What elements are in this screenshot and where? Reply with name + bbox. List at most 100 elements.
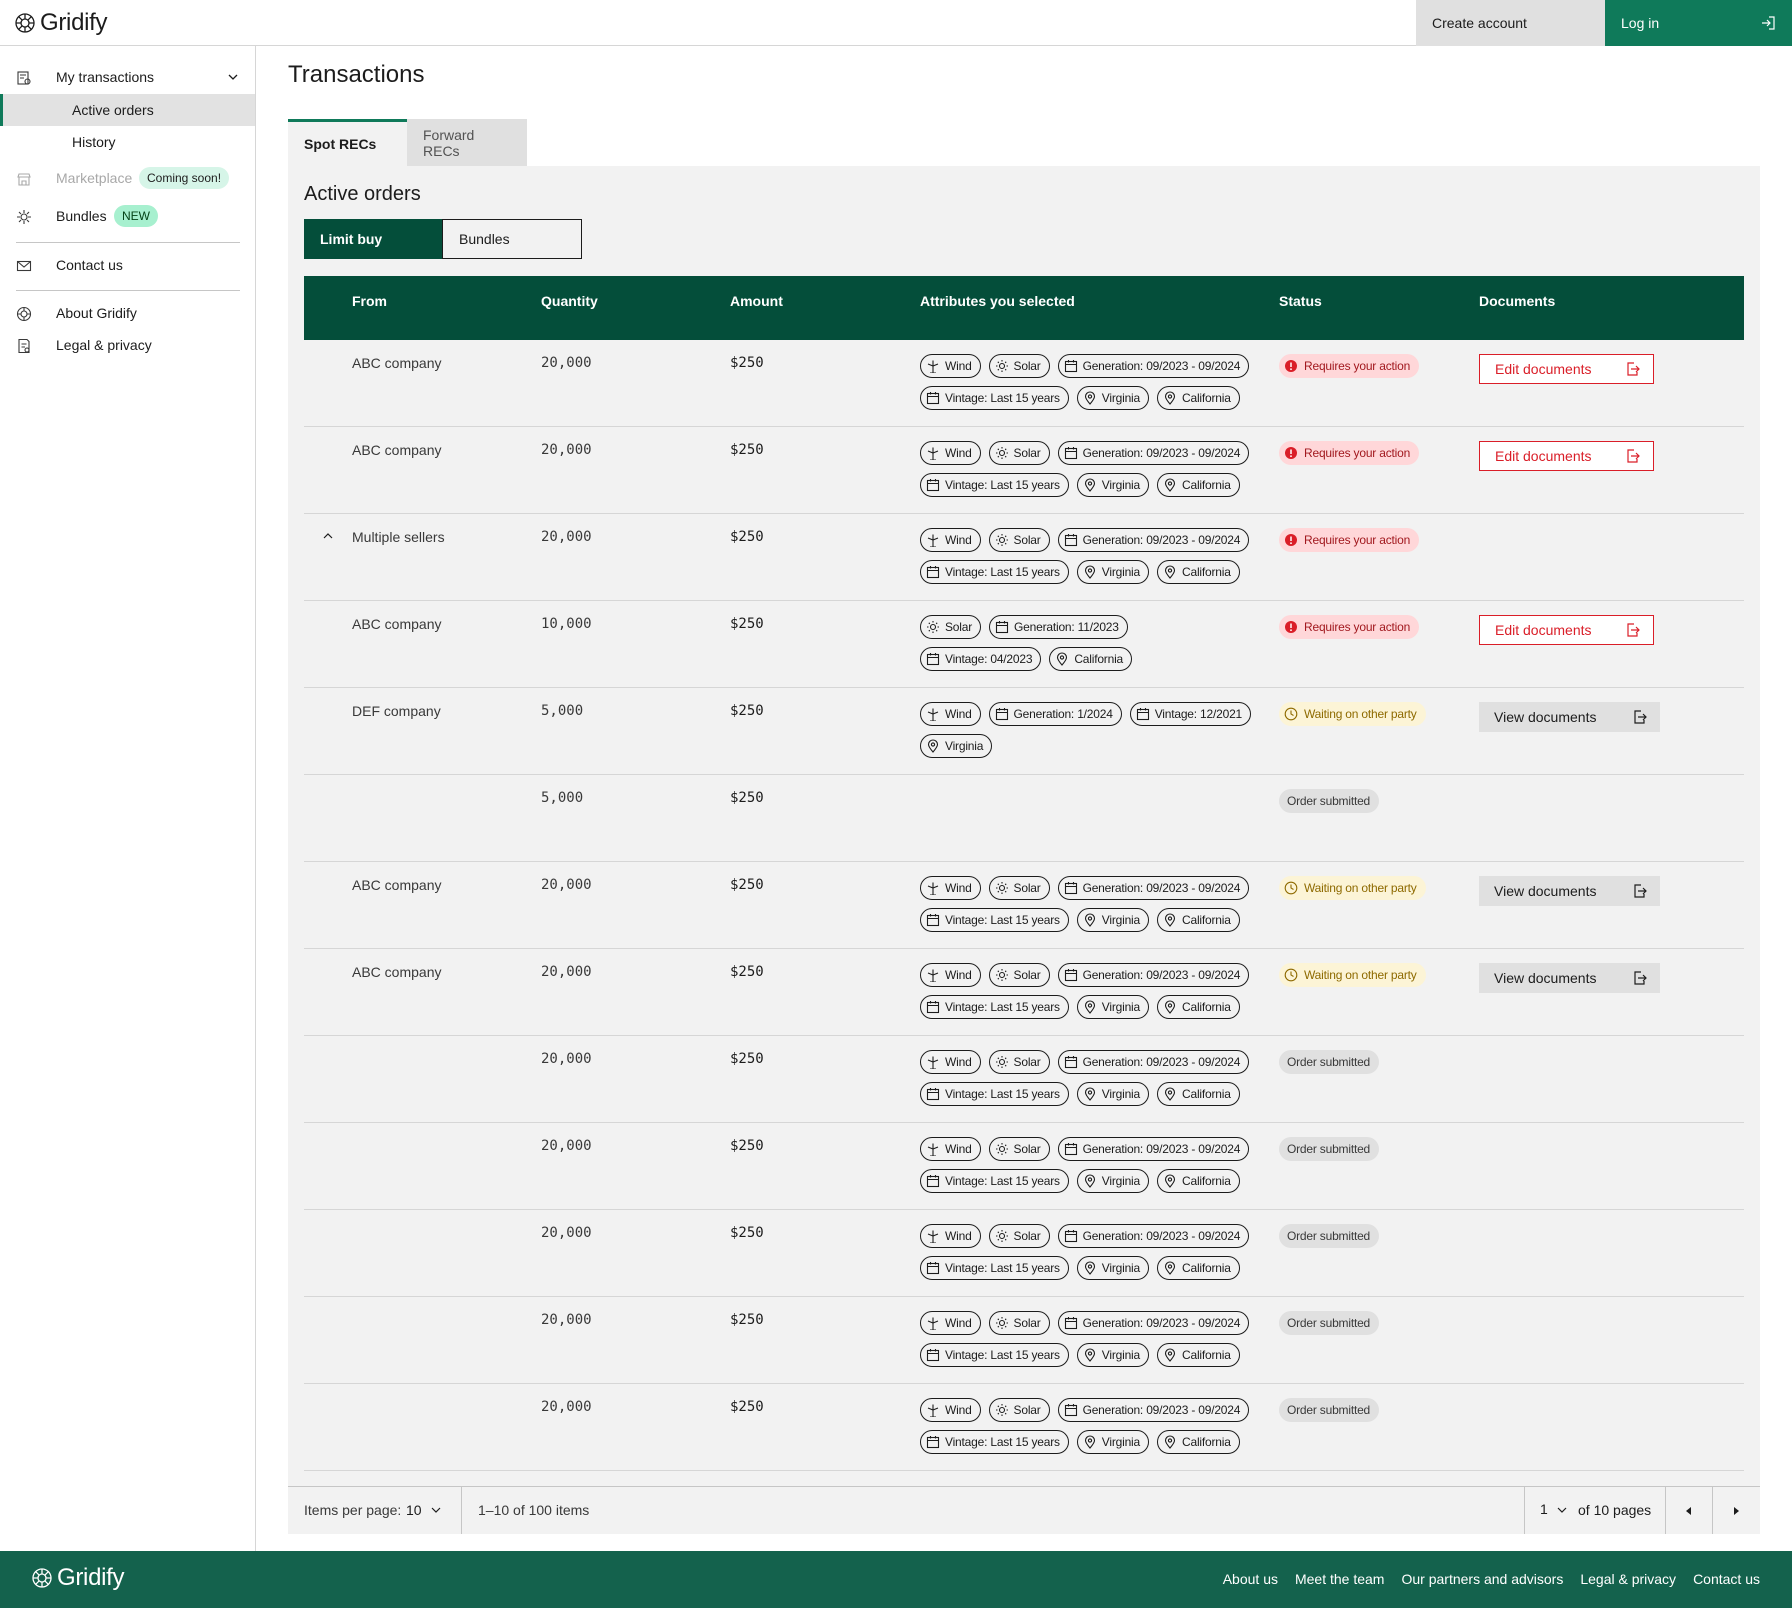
items-per-page-select[interactable]: 10 <box>406 1502 422 1518</box>
attribute-chips: Wind Solar Generation: 09/2023 - 09/2024 Vi… <box>920 1137 1256 1193</box>
footer-link-contact[interactable]: Contact us <box>1693 1571 1760 1587</box>
attribute-chip: Solar <box>988 1050 1050 1074</box>
calendar-icon <box>1064 1056 1077 1069</box>
edit-documents-button[interactable]: Edit documents <box>1479 441 1654 471</box>
sun-icon <box>995 534 1008 546</box>
attribute-chip: Generation: 09/2023 - 09/2024 <box>1057 1224 1250 1248</box>
attribute-chip: Solar <box>988 1137 1050 1161</box>
chevron-down-icon[interactable] <box>226 70 240 84</box>
table-row: 5,000 $250 Order submitted <box>304 775 1744 862</box>
chip-label: Wind <box>945 533 972 547</box>
gridify-logo[interactable]: Gridify <box>14 9 108 37</box>
attribute-chip: Solar <box>988 354 1050 378</box>
create-account-button[interactable]: Create account <box>1416 0 1605 46</box>
log-in-button[interactable]: Log in <box>1605 0 1792 46</box>
total-pages: of 10 pages <box>1578 1502 1652 1518</box>
footer-link-legal[interactable]: Legal & privacy <box>1580 1571 1676 1587</box>
segment-bundles[interactable]: Bundles <box>442 219 582 259</box>
table-row: ABC company 10,000 $250 Solar Generation: 11… <box>304 601 1744 688</box>
clock-icon <box>1284 707 1298 721</box>
attribute-chip: Solar <box>988 1224 1050 1248</box>
table-row: Multiple sellers 20,000 $250 Wind Solar Gener… <box>304 514 1744 601</box>
attribute-chips: Wind Generation: 1/2024 Vintage: 12/2021 Vi… <box>920 702 1256 758</box>
view-documents-button[interactable]: View documents <box>1479 963 1660 993</box>
status-label: Order submitted <box>1287 1403 1371 1417</box>
sidebar-item-active-orders[interactable]: Active orders <box>0 94 255 126</box>
sidebar-item-legal[interactable]: Legal & privacy <box>0 329 255 361</box>
previous-page-button[interactable] <box>1665 1487 1712 1534</box>
attribute-chip: Generation: 11/2023 <box>989 615 1128 639</box>
sidebar-item-my-transactions[interactable]: My transactions <box>0 61 255 93</box>
sidebar-item-contact-us[interactable]: Contact us <box>0 249 255 281</box>
chevron-down-icon[interactable] <box>1556 1504 1568 1516</box>
location-icon <box>1084 1261 1095 1275</box>
chip-label: Solar <box>1013 533 1041 547</box>
chip-label: Vintage: Last 15 years <box>945 478 1060 492</box>
footer-logo[interactable]: Gridify <box>31 1564 125 1592</box>
launch-icon <box>1627 362 1640 376</box>
calendar-icon <box>926 566 940 579</box>
footer-logo-text: Gridify <box>57 1564 125 1591</box>
view-documents-button[interactable]: View documents <box>1479 876 1660 906</box>
next-page-button[interactable] <box>1712 1487 1759 1534</box>
bundles-icon <box>17 210 31 224</box>
attribute-chip: Generation: 09/2023 - 09/2024 <box>1057 1050 1250 1074</box>
status-badge: Requires your action <box>1279 615 1420 639</box>
footer-link-partners[interactable]: Our partners and advisors <box>1401 1571 1563 1587</box>
chevron-down-icon[interactable] <box>430 1504 442 1516</box>
sidebar-item-history[interactable]: History <box>0 126 255 158</box>
attribute-chip: Virginia <box>1076 908 1149 932</box>
footer-link-team[interactable]: Meet the team <box>1295 1571 1385 1587</box>
tab-spot-recs[interactable]: Spot RECs <box>288 119 407 166</box>
attribute-chip: Wind <box>920 528 981 552</box>
sidebar-item-about[interactable]: About Gridify <box>0 297 255 329</box>
chip-label: California <box>1182 1261 1231 1275</box>
chevron-up-icon[interactable] <box>322 530 334 542</box>
chip-label: Wind <box>945 1403 972 1417</box>
footer-links: About us Meet the team Our partners and … <box>1223 1571 1760 1587</box>
attribute-chips: Wind Solar Generation: 09/2023 - 09/2024 Vi… <box>920 441 1256 497</box>
chip-label: Wind <box>945 1142 972 1156</box>
cell-quantity: 10,000 <box>541 616 592 632</box>
calendar-icon <box>926 1262 940 1275</box>
caret-left-icon <box>1686 1506 1691 1515</box>
sidebar-item-bundles[interactable]: Bundles NEW <box>0 200 255 232</box>
view-documents-button[interactable]: View documents <box>1479 702 1660 732</box>
sidebar-item-label: Legal & privacy <box>56 337 152 353</box>
attribute-chips: Wind Solar Generation: 09/2023 - 09/2024 Vi… <box>920 1398 1256 1454</box>
column-header-from: From <box>352 293 387 309</box>
footer-link-about[interactable]: About us <box>1223 1571 1278 1587</box>
calendar-icon <box>926 914 940 927</box>
attribute-chip: Vintage: Last 15 years <box>920 908 1069 932</box>
edit-documents-button[interactable]: Edit documents <box>1479 354 1654 384</box>
segment-limit-buy[interactable]: Limit buy <box>304 219 442 259</box>
sidebar-item-label: Contact us <box>56 257 123 273</box>
edit-documents-button[interactable]: Edit documents <box>1479 615 1654 645</box>
location-icon <box>1084 391 1095 405</box>
chip-label: Virginia <box>1101 1174 1140 1188</box>
tab-forward-recs[interactable]: Forward RECs <box>407 119 527 166</box>
error-icon <box>1285 534 1297 546</box>
status-badge: Requires your action <box>1279 354 1420 378</box>
status-label: Requires your action <box>1304 446 1411 460</box>
page-select[interactable]: 1 <box>1540 1501 1548 1517</box>
calendar-icon <box>926 392 940 405</box>
legal-icon <box>18 338 30 354</box>
attribute-chip: Wind <box>920 963 981 987</box>
cell-quantity: 20,000 <box>541 355 592 371</box>
wind-icon <box>927 708 939 721</box>
top-header: Gridify Create account Log in <box>0 0 1792 46</box>
chip-label: Wind <box>945 707 972 721</box>
chip-label: Vintage: Last 15 years <box>945 1435 1060 1449</box>
status-badge: Waiting on other party <box>1279 702 1426 726</box>
location-icon <box>1164 565 1176 579</box>
attribute-chip: Generation: 09/2023 - 09/2024 <box>1057 1137 1250 1161</box>
cell-amount: $250 <box>730 790 764 806</box>
attribute-chip: Vintage: Last 15 years <box>920 473 1069 497</box>
location-icon <box>1084 1000 1095 1014</box>
attribute-chip: Generation: 09/2023 - 09/2024 <box>1057 876 1250 900</box>
attribute-chip: Generation: 09/2023 - 09/2024 <box>1057 963 1250 987</box>
column-header-documents: Documents <box>1479 293 1556 309</box>
attribute-chips: Wind Solar Generation: 09/2023 - 09/2024 Vi… <box>920 1311 1256 1367</box>
sidebar-item-label: About Gridify <box>56 305 137 321</box>
